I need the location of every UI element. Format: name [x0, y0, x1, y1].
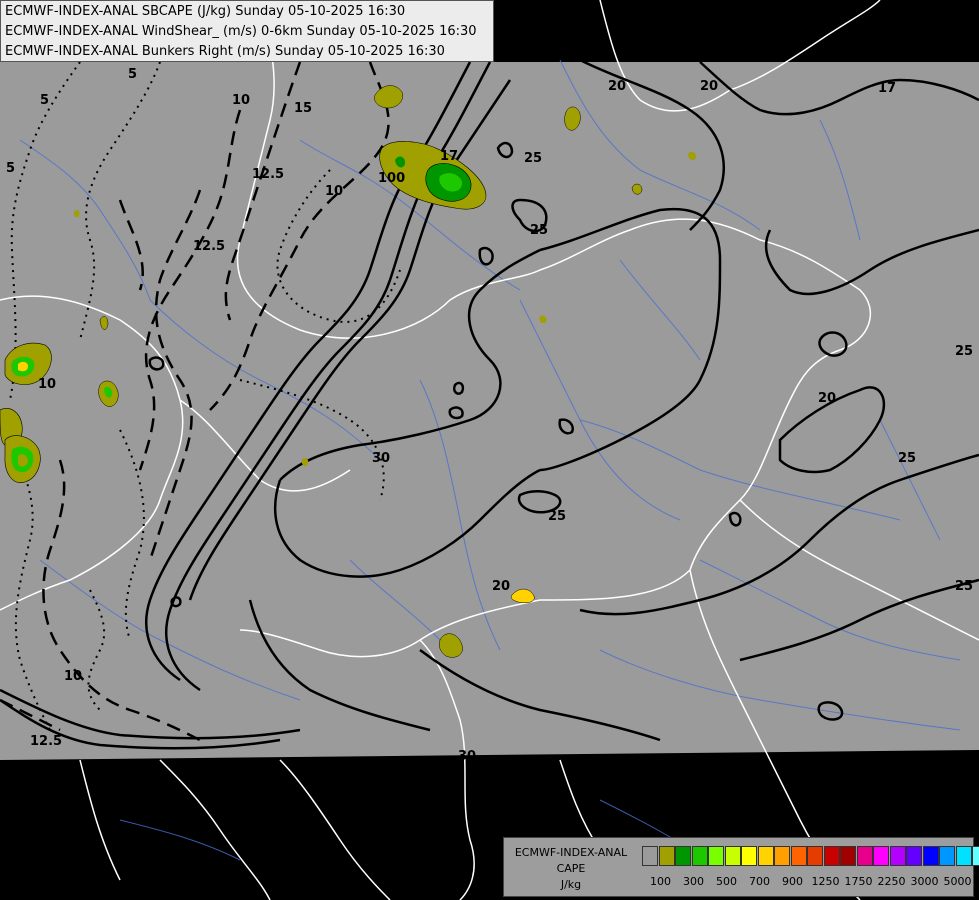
legend-swatch: [807, 846, 823, 866]
legend-swatch: [642, 846, 658, 866]
legend-tick-label: 100: [650, 875, 671, 888]
contour-label: 30: [372, 451, 390, 466]
contour-label: 25: [955, 579, 973, 594]
contour-label: 10: [232, 93, 250, 108]
legend-swatch: [873, 846, 889, 866]
legend-swatch: [889, 846, 906, 866]
legend-tick-labels: 100 300 500 700 900 1250 1750 2250 3000 5000: [642, 875, 972, 889]
title-line-sbcape: ECMWF-INDEX-ANAL SBCAPE (J/kg) Sunday 05…: [5, 4, 406, 19]
legend-swatch: [906, 846, 922, 866]
legend-tick-label: 2250: [877, 875, 906, 888]
cape-legend: ECMWF-INDEX-ANAL CAPE J/kg 100 300 500 700 9…: [503, 837, 979, 897]
legend-swatch: [724, 846, 741, 866]
contour-label: 5: [128, 67, 137, 82]
legend-tick-label: 300: [683, 875, 704, 888]
data-domain: [0, 62, 979, 760]
contour-label: 5: [6, 161, 15, 176]
legend-swatch: [922, 846, 939, 866]
legend-title-param: CAPE: [556, 862, 586, 875]
contour-label: 100: [378, 171, 405, 186]
contour-label: 30: [458, 749, 476, 764]
map-title-box: ECMWF-INDEX-ANAL SBCAPE (J/kg) Sunday 05…: [0, 0, 494, 62]
legend-swatch: [856, 846, 873, 866]
legend-tick-label: 1750: [844, 875, 873, 888]
contour-label: 12.5: [30, 734, 62, 749]
contour-label: 12.5: [252, 167, 284, 182]
title-line-windshear: ECMWF-INDEX-ANAL WindShear_ (m/s) 0-6km …: [5, 24, 477, 39]
contour-label: 20: [608, 79, 626, 94]
contour-label: 20: [492, 579, 510, 594]
contour-label: 17: [440, 149, 458, 164]
contour-label: 25: [530, 223, 548, 238]
contour-label: 12.5: [193, 239, 225, 254]
legend-swatch: [790, 846, 807, 866]
legend-swatch: [972, 846, 979, 866]
contour-label: 10: [64, 669, 82, 684]
contour-label: 10: [325, 184, 343, 199]
title-line-bunkers: ECMWF-INDEX-ANAL Bunkers Right (m/s) Sun…: [5, 44, 445, 59]
legend-color-scale: [642, 846, 979, 866]
weather-map: 5 5 5 10 12.5 12.5 15 17 10 100 20 20 17…: [0, 0, 979, 900]
legend-tick-label: 700: [749, 875, 770, 888]
legend-swatch: [939, 846, 955, 866]
legend-title-model: ECMWF-INDEX-ANAL: [514, 846, 628, 859]
contour-label: 10: [38, 377, 56, 392]
legend-tick-label: 500: [716, 875, 737, 888]
contour-label: 25: [548, 509, 566, 524]
legend-swatch: [757, 846, 774, 866]
legend-swatch: [708, 846, 724, 866]
legend-tick-label: 1250: [811, 875, 840, 888]
contour-label: 25: [955, 344, 973, 359]
contour-label: 25: [524, 151, 542, 166]
contour-label: 5: [40, 93, 49, 108]
legend-swatch: [658, 846, 675, 866]
legend-swatch: [691, 846, 708, 866]
contour-label: 20: [818, 391, 836, 406]
legend-tick-label: 3000: [910, 875, 939, 888]
legend-tick-label: 900: [782, 875, 803, 888]
legend-swatch: [774, 846, 790, 866]
legend-swatch: [840, 846, 856, 866]
legend-swatch: [741, 846, 757, 866]
legend-tick-label: 5000: [943, 875, 972, 888]
contour-label: 25: [898, 451, 916, 466]
legend-swatch: [675, 846, 691, 866]
contour-label: 20: [700, 79, 718, 94]
legend-title-unit: J/kg: [560, 878, 582, 891]
legend-swatch: [955, 846, 972, 866]
legend-swatch: [823, 846, 840, 866]
contour-label: 17: [878, 81, 896, 96]
contour-label: 15: [294, 101, 312, 116]
